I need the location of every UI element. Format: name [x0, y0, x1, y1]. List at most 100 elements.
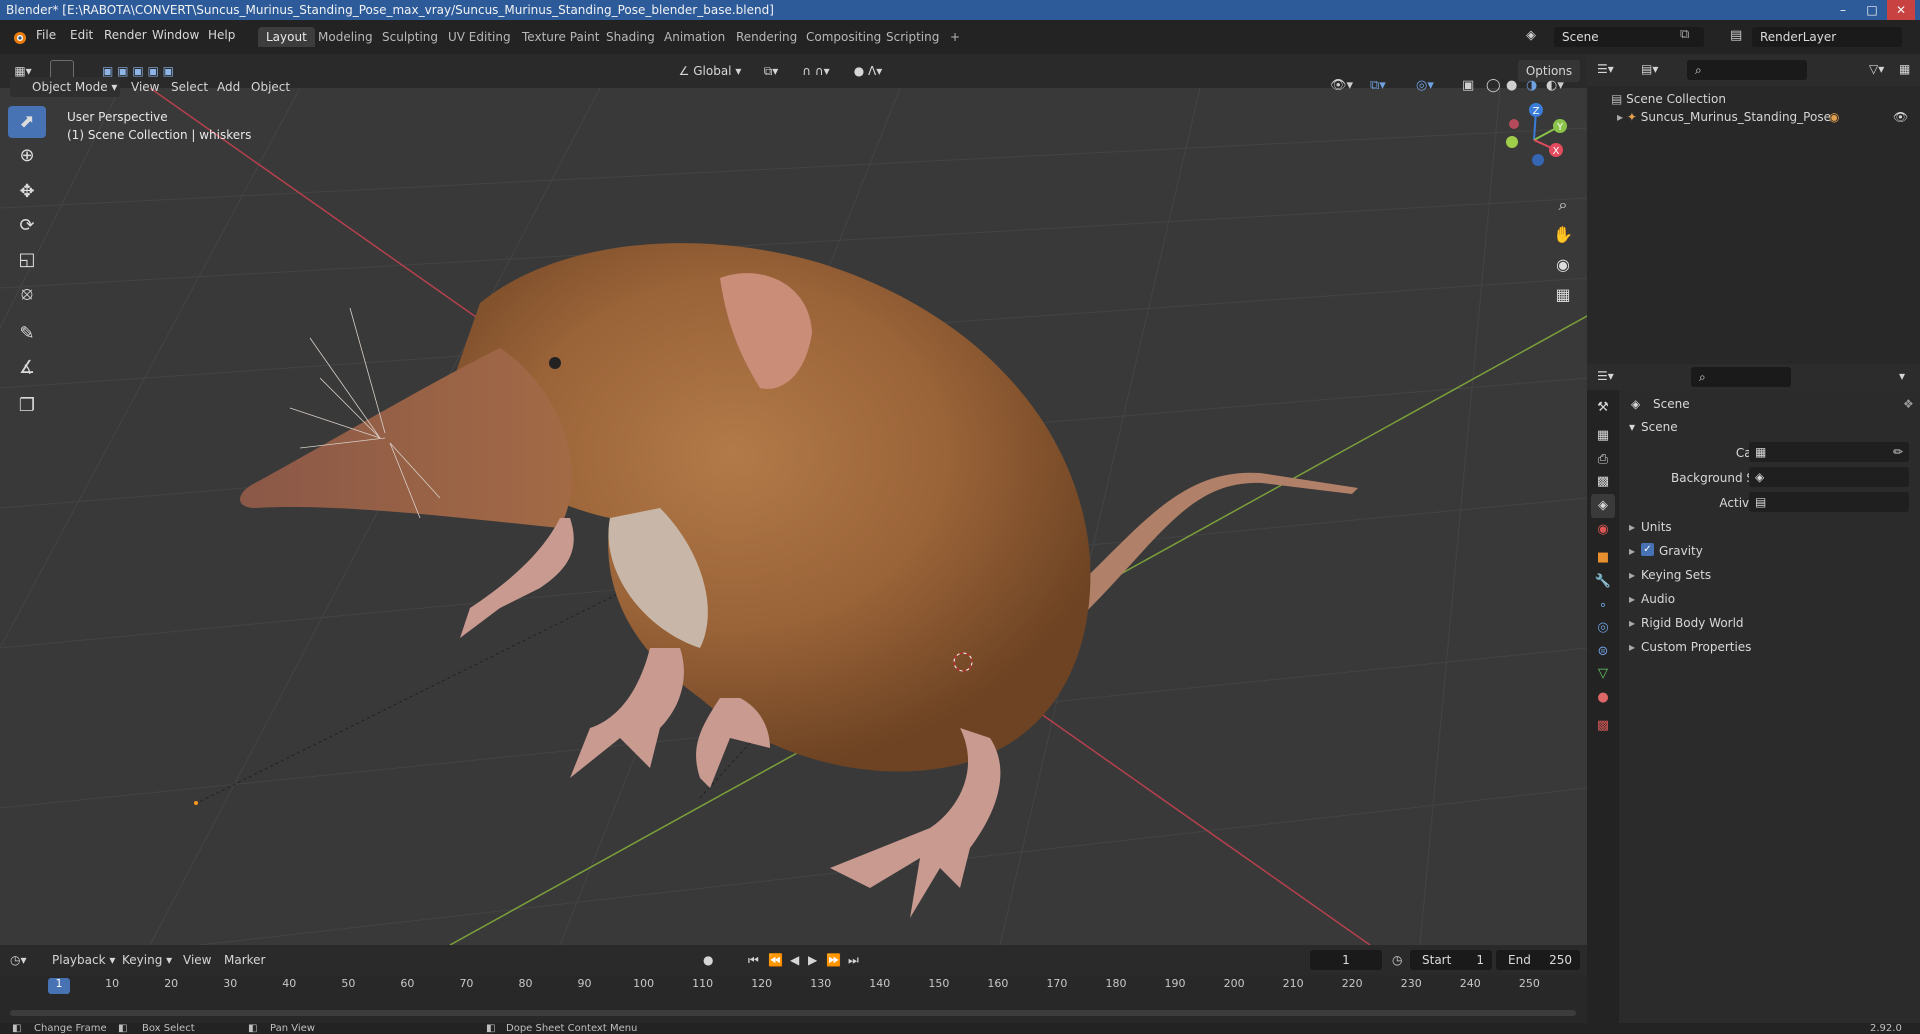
timeline-menu-keying[interactable]: Keying ▾: [122, 953, 172, 967]
3d-viewport[interactable]: ⬈ ⊕ ✥ ⟳ ◱ ⦻ ✎ ∡ ❐ User Perspective (1) S…: [0, 88, 1587, 945]
proportional-editing-icon[interactable]: ● Λ▾: [848, 60, 888, 82]
filter-icon[interactable]: ▽▾: [1869, 62, 1884, 76]
jump-start-icon[interactable]: ⏮: [748, 953, 759, 968]
visibility-eye-icon[interactable]: 👁: [1893, 110, 1908, 124]
object-mode-dropdown[interactable]: Object Mode ▾: [10, 77, 120, 97]
workspace-tab-scripting[interactable]: Scripting: [878, 27, 947, 47]
add-cube-tool-icon[interactable]: ❐: [8, 390, 46, 422]
play-icon[interactable]: ▶: [808, 953, 817, 967]
data-tab-icon[interactable]: ▽: [1591, 662, 1615, 686]
stopwatch-icon[interactable]: ◷: [1392, 953, 1402, 967]
workspace-tab-uv-editing[interactable]: UV Editing: [440, 27, 519, 47]
renderlayer-selector[interactable]: RenderLayer: [1752, 27, 1902, 47]
gizmo-toggle-icon[interactable]: ⧉▾: [1370, 78, 1386, 93]
scene-panel-header[interactable]: ▾ Scene: [1623, 416, 1920, 436]
camera-view-icon[interactable]: ◉: [1550, 252, 1576, 278]
scale-tool-icon[interactable]: ◱: [8, 244, 46, 276]
workspace-tab-modeling[interactable]: Modeling: [310, 27, 381, 47]
blender-logo-icon[interactable]: [10, 28, 28, 46]
new-scene-icon[interactable]: ⧉: [1680, 27, 1689, 42]
viewport-menu-object[interactable]: Object: [251, 80, 290, 94]
pin-icon[interactable]: ❖: [1903, 397, 1914, 411]
close-window-button[interactable]: ✕: [1887, 0, 1915, 20]
workspace-tab-rendering[interactable]: Rendering: [728, 27, 805, 47]
navigation-gizmo[interactable]: Z Y X: [1494, 102, 1574, 182]
subpanel-audio[interactable]: ▸ Audio: [1623, 588, 1920, 608]
physics-tab-icon[interactable]: ◎: [1591, 616, 1615, 640]
measure-tool-icon[interactable]: ∡: [8, 352, 46, 384]
timeline-menu-playback[interactable]: Playback ▾: [52, 953, 115, 967]
timeline-scrollbar[interactable]: [10, 1010, 1576, 1016]
rendered-shading-icon[interactable]: ◐▾: [1546, 78, 1564, 93]
current-frame-field[interactable]: 1: [1310, 950, 1382, 970]
timeline-menu-marker[interactable]: Marker: [224, 953, 265, 967]
scene-tab-icon[interactable]: ◈: [1591, 494, 1615, 518]
particles-tab-icon[interactable]: ∘: [1591, 594, 1615, 618]
viewport-menu-add[interactable]: Add: [217, 80, 240, 94]
texture-tab-icon[interactable]: ▩: [1591, 714, 1615, 738]
modifier-tab-icon[interactable]: 🔧: [1591, 570, 1615, 594]
menu-render[interactable]: Render: [104, 28, 147, 42]
subpanel-gravity[interactable]: ▸ ✓ Gravity: [1623, 540, 1920, 560]
xray-icon[interactable]: ▣: [1462, 78, 1474, 93]
outliner-search-input[interactable]: ⌕: [1687, 60, 1807, 80]
subpanel-custom-properties[interactable]: ▸ Custom Properties: [1623, 636, 1920, 656]
subpanel-units[interactable]: ▸ Units: [1623, 516, 1920, 536]
minimize-button[interactable]: –: [1829, 0, 1857, 20]
subpanel-rigid-body-world[interactable]: ▸ Rigid Body World: [1623, 612, 1920, 632]
viewport-menu-view[interactable]: View: [131, 80, 159, 94]
outliner-row-scene-collection[interactable]: ▤ Scene Collection: [1611, 92, 1726, 106]
annotate-tool-icon[interactable]: ✎: [8, 318, 46, 350]
expand-arrow-icon[interactable]: ▸: [1617, 110, 1623, 124]
jump-end-icon[interactable]: ⏭: [848, 953, 859, 968]
add-workspace-button[interactable]: +: [942, 27, 968, 47]
timeline-area[interactable]: 1 10 20 30 40 50 60 70 80 90 100 110 120 130 140 150 160…: [0, 975, 1587, 1023]
cursor-tool-icon[interactable]: ⊕: [8, 140, 46, 172]
scene-icon[interactable]: ◈: [1526, 28, 1536, 43]
eyedropper-icon[interactable]: ✏: [1893, 445, 1903, 459]
start-frame-field[interactable]: Start 1: [1410, 950, 1492, 970]
pivot-point-icon[interactable]: ⧉▾: [756, 60, 786, 82]
transform-orientation-dropdown[interactable]: ∠ Global ▾: [670, 60, 750, 82]
maximize-button[interactable]: □: [1858, 0, 1886, 20]
viewport-menu-select[interactable]: Select: [171, 80, 208, 94]
properties-search-input[interactable]: ⌕: [1691, 367, 1791, 387]
workspace-tab-texture-paint[interactable]: Texture Paint: [514, 27, 607, 47]
material-tab-icon[interactable]: ●: [1591, 686, 1615, 710]
workspace-tab-animation[interactable]: Animation: [656, 27, 733, 47]
frame-ruler[interactable]: 1 10 20 30 40 50 60 70 80 90 100 110 120 130 140 150 160…: [0, 975, 1587, 995]
constraints-tab-icon[interactable]: ⊜: [1591, 640, 1615, 664]
display-mode-icon[interactable]: ▤▾: [1641, 62, 1658, 76]
wireframe-shading-icon[interactable]: ◯: [1486, 78, 1501, 93]
subpanel-keying-sets[interactable]: ▸ Keying Sets: [1623, 564, 1920, 584]
workspace-tab-compositing[interactable]: Compositing: [798, 27, 889, 47]
workspace-tab-shading[interactable]: Shading: [598, 27, 663, 47]
select-box-tool-icon[interactable]: ⬈: [8, 106, 46, 138]
world-tab-icon[interactable]: ◉: [1591, 518, 1615, 542]
workspace-tab-sculpting[interactable]: Sculpting: [374, 27, 446, 47]
outliner-editor-type-icon[interactable]: ☰▾: [1597, 62, 1614, 76]
snap-icon[interactable]: ∩ ∩▾: [792, 60, 840, 82]
gravity-checkbox[interactable]: ✓: [1641, 543, 1654, 556]
active-clip-field[interactable]: ▤: [1749, 492, 1909, 512]
grid-view-icon[interactable]: ▦: [1550, 282, 1576, 308]
solid-shading-icon[interactable]: ●: [1506, 78, 1517, 93]
overlay-toggle-icon[interactable]: ◎▾: [1416, 78, 1434, 93]
new-collection-icon[interactable]: ▦: [1899, 62, 1910, 76]
end-frame-field[interactable]: End 250: [1496, 950, 1580, 970]
workspace-tab-layout[interactable]: Layout: [258, 27, 315, 47]
background-scene-field[interactable]: ◈: [1749, 467, 1909, 487]
render-tab-icon[interactable]: ▦: [1591, 424, 1615, 448]
properties-options-icon[interactable]: ▾: [1899, 369, 1905, 383]
camera-field[interactable]: ▦ ✏: [1749, 442, 1909, 462]
move-tool-icon[interactable]: ✥: [8, 176, 46, 208]
timeline-menu-view[interactable]: View: [183, 953, 211, 967]
render-layer-icon[interactable]: ▤: [1730, 28, 1742, 43]
properties-editor-type-icon[interactable]: ☰▾: [1597, 369, 1614, 383]
menu-edit[interactable]: Edit: [70, 28, 93, 42]
output-tab-icon[interactable]: ⎙: [1591, 448, 1615, 472]
shrew-model[interactable]: [240, 243, 1358, 918]
outliner-row-object[interactable]: ▸ ✦ Suncus_Murinus_Standing_Pose ◉ 👁: [1617, 110, 1917, 130]
jump-keyframe-back-icon[interactable]: ⏪: [768, 953, 783, 967]
record-icon[interactable]: ●: [703, 953, 713, 967]
